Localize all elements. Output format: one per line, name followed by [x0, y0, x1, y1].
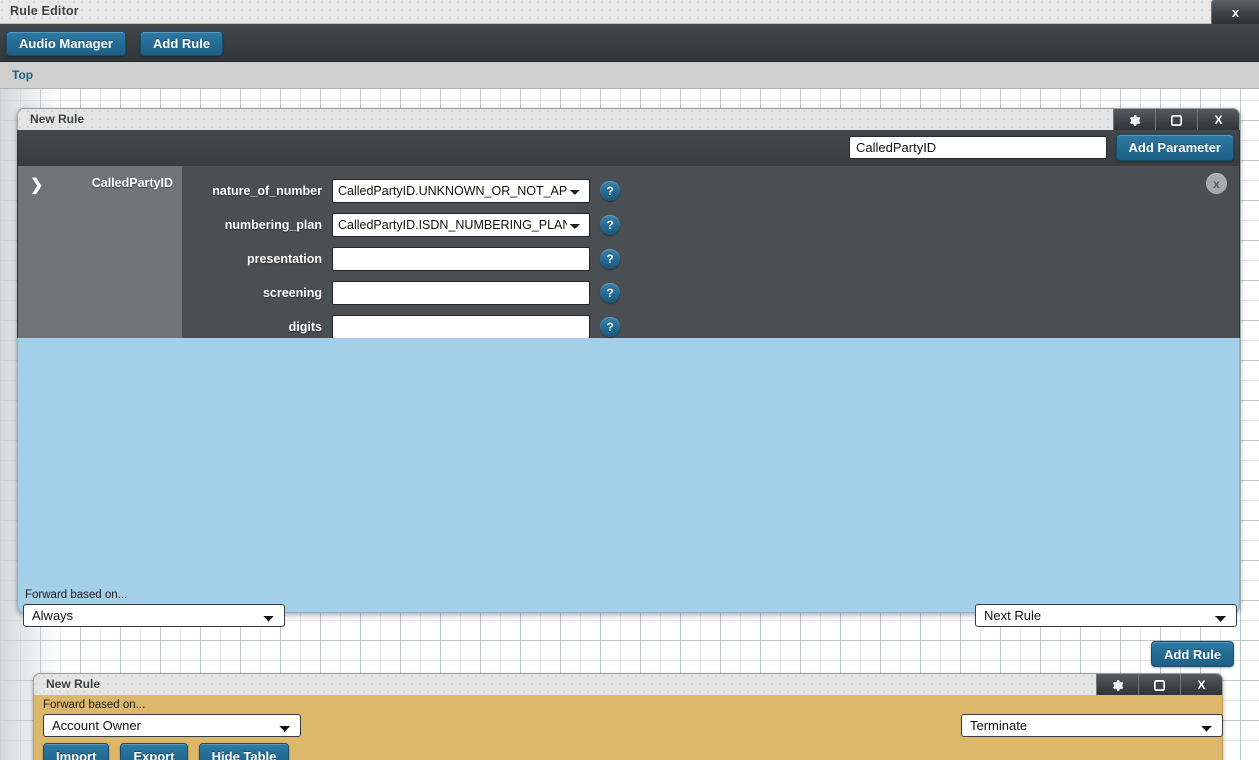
gear-icon[interactable]: [1113, 109, 1155, 131]
window-title: Rule Editor: [10, 4, 79, 18]
add-rule-button[interactable]: Add Rule: [140, 31, 224, 56]
table-actions: Import Export Hide Table: [43, 743, 290, 760]
gear-icon[interactable]: [1096, 674, 1138, 696]
outer-rule-header: New Rule X: [17, 108, 1240, 131]
window-close-button[interactable]: x: [1211, 0, 1259, 24]
outer-rule-window-controls: X: [1113, 109, 1239, 131]
maximize-icon[interactable]: [1138, 674, 1180, 696]
parameter-row: screening ?: [182, 276, 1239, 310]
next-rule-select[interactable]: Next Rule: [975, 604, 1237, 627]
nested-rule-body: Forward based on... Account Owner Termin…: [33, 695, 1223, 760]
parameter-name-input[interactable]: [849, 136, 1107, 159]
nested-rule-title: New Rule: [46, 677, 101, 691]
breadcrumb: Top: [0, 62, 1259, 89]
add-rule-inner-button[interactable]: Add Rule: [1151, 641, 1235, 667]
parameter-rows: nature_of_number CalledPartyID.UNKNOWN_O…: [182, 166, 1239, 339]
parameter-group-label: CalledPartyID: [91, 176, 173, 190]
help-icon[interactable]: ?: [600, 283, 620, 303]
parameter-label: nature_of_number: [212, 184, 322, 198]
forward-based-on-label: Forward based on...: [25, 589, 128, 601]
chevron-right-icon[interactable]: ❯: [30, 175, 43, 195]
nature-of-number-select[interactable]: CalledPartyID.UNKNOWN_OR_NOT_APPLICABLE: [332, 179, 590, 203]
parameters-area: ❯ CalledPartyID nature_of_number CalledP…: [17, 166, 1240, 339]
presentation-input[interactable]: [332, 247, 590, 271]
hide-table-button[interactable]: Hide Table: [198, 743, 290, 760]
nested-forward-based-on-label: Forward based on...: [43, 699, 146, 711]
maximize-icon[interactable]: [1155, 109, 1197, 131]
add-parameter-button[interactable]: Add Parameter: [1115, 134, 1234, 161]
outer-rule-close-button[interactable]: X: [1197, 109, 1239, 131]
nested-rule-close-button[interactable]: X: [1180, 674, 1222, 696]
nested-forward-based-on-select[interactable]: Account Owner: [43, 714, 301, 737]
screening-input[interactable]: [332, 281, 590, 305]
parameter-label: digits: [288, 320, 322, 334]
parameter-row: nature_of_number CalledPartyID.UNKNOWN_O…: [182, 174, 1239, 208]
outer-rule-forward-body: Forward based on... Always Next Rule Add…: [17, 338, 1240, 760]
numbering-plan-select[interactable]: CalledPartyID.ISDN_NUMBERING_PLAN: [332, 213, 590, 237]
help-icon[interactable]: ?: [600, 181, 620, 201]
rule-panel-outer: New Rule X Add Parameter ❯ CalledPartyID: [17, 108, 1240, 760]
help-icon[interactable]: ?: [600, 317, 620, 337]
close-icon: x: [1231, 4, 1240, 20]
help-icon[interactable]: ?: [600, 249, 620, 269]
import-button[interactable]: Import: [43, 743, 110, 760]
parameter-row: numbering_plan CalledPartyID.ISDN_NUMBER…: [182, 208, 1239, 242]
breadcrumb-item-top[interactable]: Top: [12, 68, 33, 82]
outer-rule-parameter-bar: Add Parameter: [17, 130, 1240, 166]
rule-panel-nested: New Rule X Forward based on... Account O…: [33, 673, 1223, 760]
help-icon[interactable]: ?: [600, 215, 620, 235]
parameter-group-header: ❯ CalledPartyID: [18, 166, 182, 338]
remove-parameter-group-button[interactable]: x: [1206, 173, 1227, 194]
digits-input[interactable]: [332, 315, 590, 339]
nested-rule-window-controls: X: [1096, 674, 1222, 696]
parameter-label: screening: [262, 286, 322, 300]
nested-action-select[interactable]: Terminate: [961, 714, 1223, 737]
forward-based-on-select[interactable]: Always: [23, 604, 285, 627]
parameter-label: numbering_plan: [224, 218, 322, 232]
parameter-row: presentation ?: [182, 242, 1239, 276]
main-toolbar: Audio Manager Add Rule: [0, 24, 1259, 62]
outer-rule-title: New Rule: [30, 112, 85, 126]
parameter-label: presentation: [246, 252, 322, 266]
audio-manager-button[interactable]: Audio Manager: [6, 31, 126, 56]
nested-rule-header: New Rule X: [33, 673, 1223, 696]
export-button[interactable]: Export: [120, 743, 188, 760]
window-titlebar: Rule Editor x: [0, 0, 1259, 24]
